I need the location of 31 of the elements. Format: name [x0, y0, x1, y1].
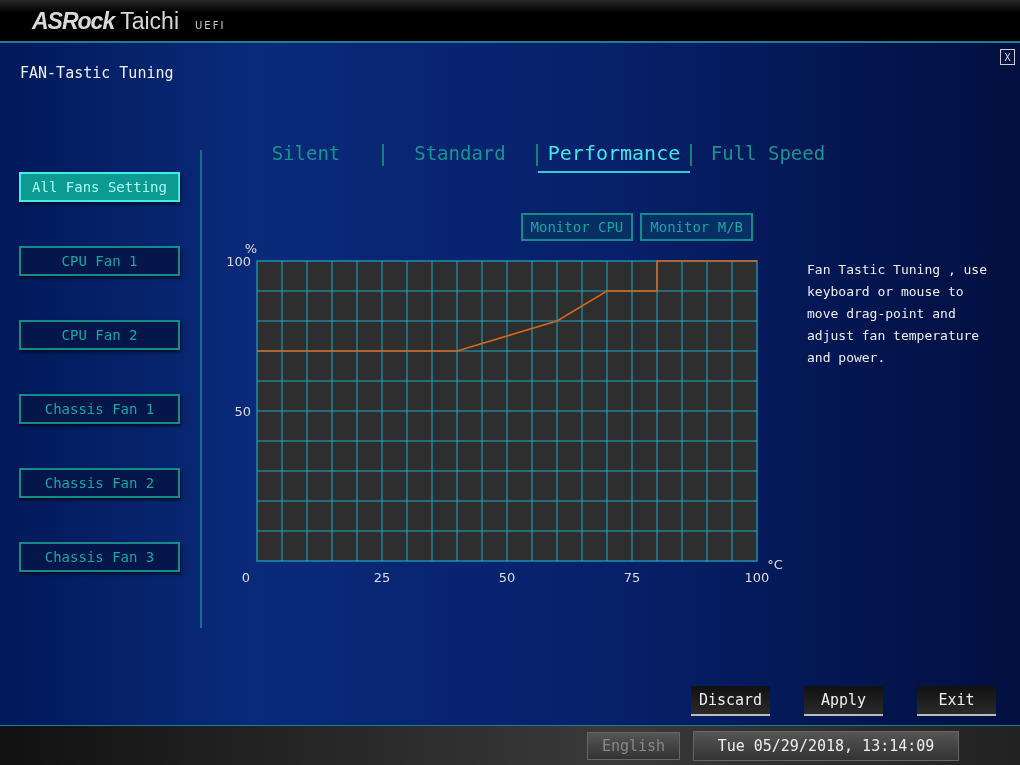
mode-tab[interactable]: Full Speed — [692, 138, 844, 172]
x-tick-label: 75 — [623, 570, 641, 585]
x-tick-label: 0 — [241, 570, 251, 585]
fan-button[interactable]: Chassis Fan 3 — [19, 542, 180, 572]
y-axis-label: % — [244, 241, 258, 256]
action-button[interactable]: Discard — [691, 686, 770, 716]
model-name: Taichi — [120, 10, 179, 33]
date-time: Tue 05/29/2018, 13:14:09 — [693, 730, 959, 761]
fan-button[interactable]: CPU Fan 2 — [19, 320, 180, 350]
monitor-button[interactable]: Monitor M/B — [640, 213, 753, 241]
fan-curve-line[interactable] — [256, 260, 758, 352]
fan-button[interactable]: Chassis Fan 1 — [19, 394, 180, 424]
fan-button[interactable]: Chassis Fan 2 — [19, 468, 180, 498]
mode-tab[interactable]: Standard — [384, 138, 536, 172]
mode-tab[interactable]: Silent — [230, 138, 382, 172]
action-button[interactable]: Exit — [917, 686, 996, 716]
monitor-button[interactable]: Monitor CPU — [520, 213, 634, 241]
x-axis-label: °C — [767, 557, 783, 572]
close-button[interactable]: X — [1000, 49, 1015, 65]
page-title: FAN-Tastic Tuning — [20, 64, 174, 84]
y-tick-label: 100 — [226, 254, 251, 269]
y-tick-label: 50 — [234, 404, 251, 419]
uefi-label: UEFI — [195, 21, 226, 33]
brand-logo: ASRock — [32, 10, 115, 33]
x-tick-label: 50 — [498, 570, 516, 585]
fan-button[interactable]: All Fans Setting — [19, 172, 180, 202]
action-button[interactable]: Apply — [804, 686, 883, 716]
x-tick-label: 25 — [373, 570, 391, 585]
help-text: Fan Tastic Tuning , use keyboard or mouse to move drag-point and adjust fan temperature and power. — [807, 261, 988, 367]
fan-button[interactable]: CPU Fan 1 — [19, 246, 180, 276]
x-tick-label: 100 — [744, 570, 770, 585]
